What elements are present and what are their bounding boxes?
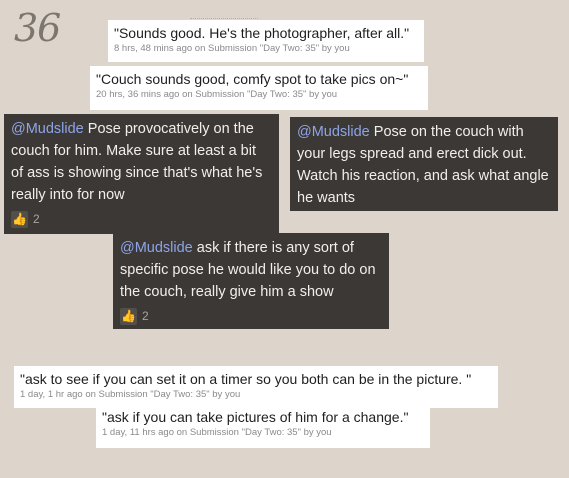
comment-meta: 20 hrs, 36 mins ago on Submission "Day T… — [96, 89, 338, 100]
suggestion-text: @Mudslide Pose on the couch with your le… — [297, 121, 551, 209]
suggestion-card: @Mudslide Pose on the couch with your le… — [290, 117, 558, 211]
suggestion-text: @Mudslide Pose provocatively on the couc… — [11, 118, 272, 206]
comment-quote: "Couch sounds good, comfy spot to take p… — [96, 71, 409, 87]
like-count: 2 — [33, 212, 40, 226]
comment-meta: 8 hrs, 48 mins ago on Submission "Day Tw… — [114, 43, 350, 54]
comment-card: "ask to see if you can set it on a timer… — [14, 366, 498, 408]
comment-card: "ask if you can take pictures of him for… — [96, 404, 430, 448]
thumbs-up-icon[interactable]: 👍 — [11, 210, 28, 228]
comment-quote: "Sounds good. He's the photographer, aft… — [114, 25, 410, 41]
comment-meta: 1 day, 11 hrs ago on Submission "Day Two… — [102, 427, 332, 438]
suggestion-card: @Mudslide ask if there is any sort of sp… — [113, 233, 389, 329]
comment-quote: "ask to see if you can set it on a timer… — [20, 371, 472, 387]
comment-card: "Couch sounds good, comfy spot to take p… — [90, 66, 428, 110]
comment-card: "Sounds good. He's the photographer, aft… — [108, 20, 424, 62]
comment-quote: "ask if you can take pictures of him for… — [102, 409, 409, 425]
suggestion-card: @Mudslide Pose provocatively on the couc… — [4, 114, 279, 234]
suggestion-text: @Mudslide ask if there is any sort of sp… — [120, 237, 382, 303]
mention-link[interactable]: @Mudslide — [297, 124, 370, 140]
divider — [190, 18, 258, 19]
page-number: 36 — [14, 6, 61, 50]
like-count: 2 — [142, 309, 149, 323]
like-counter[interactable]: 👍 2 — [120, 305, 382, 327]
comment-meta: 1 day, 1 hr ago on Submission "Day Two: … — [20, 389, 241, 400]
mention-link[interactable]: @Mudslide — [120, 240, 193, 256]
thumbs-up-icon[interactable]: 👍 — [120, 307, 137, 325]
like-counter[interactable]: 👍 2 — [11, 208, 272, 230]
mention-link[interactable]: @Mudslide — [11, 121, 84, 137]
